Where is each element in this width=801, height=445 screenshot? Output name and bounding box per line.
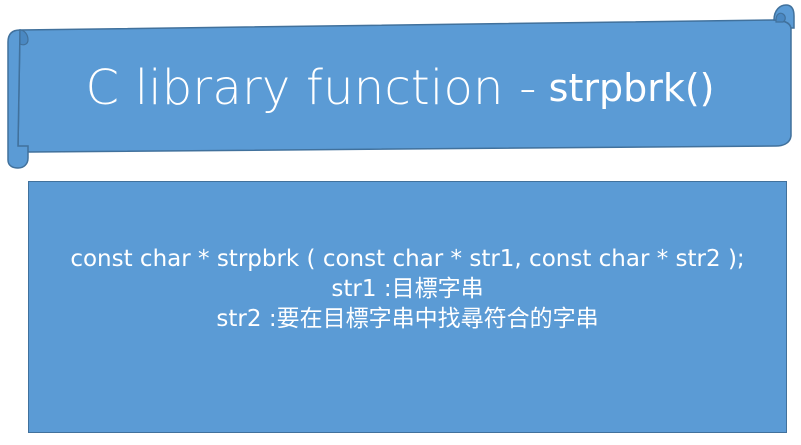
title-function-name: strpbrk()	[548, 66, 715, 110]
param-str2-description: str2 :要在目標字串中找尋符合的字串	[216, 306, 599, 332]
slide-canvas: C library function - strpbrk() const cha…	[0, 0, 801, 445]
param-str1-description: str1 :目標字串	[331, 276, 484, 302]
banner-title: C library function - strpbrk()	[30, 40, 770, 136]
title-main-text: C library function -	[85, 60, 537, 116]
content-box: const char * strpbrk ( const char * str1…	[28, 181, 787, 433]
function-signature: const char * strpbrk ( const char * str1…	[70, 246, 745, 272]
